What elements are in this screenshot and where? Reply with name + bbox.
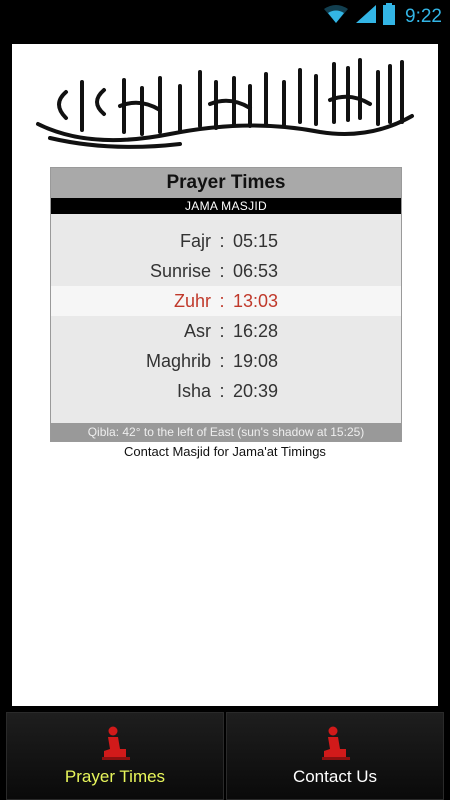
prayer-time: 05:15 bbox=[233, 230, 279, 251]
prayer-separator: : bbox=[219, 230, 225, 251]
battery-icon bbox=[383, 3, 396, 30]
prayer-separator: : bbox=[219, 350, 225, 371]
status-clock: 9:22 bbox=[405, 5, 442, 27]
prayer-time: 06:53 bbox=[233, 260, 279, 281]
signal-icon bbox=[355, 4, 377, 29]
status-icons: 9:22 bbox=[323, 3, 442, 30]
prayer-name: Zuhr bbox=[173, 290, 211, 311]
prayer-row-asr: Asr : 16:28 bbox=[51, 316, 401, 346]
masjid-name: JAMA MASJID bbox=[51, 198, 401, 214]
prayer-row-isha: Isha : 20:39 bbox=[51, 376, 401, 406]
prayer-name: Asr bbox=[184, 320, 211, 341]
prayer-separator: : bbox=[219, 320, 225, 341]
prayer-time: 19:08 bbox=[233, 350, 279, 371]
contact-note: Contact Masjid for Jama'at Timings bbox=[124, 444, 326, 459]
prayer-name: Maghrib bbox=[145, 350, 211, 371]
bottom-tab-bar: Prayer Times Contact Us bbox=[0, 712, 450, 800]
qibla-info: Qibla: 42° to the left of East (sun's sh… bbox=[51, 423, 401, 441]
prayer-time: 20:39 bbox=[233, 380, 279, 401]
tab-label: Prayer Times bbox=[64, 767, 166, 786]
panel-title: Prayer Times bbox=[51, 168, 401, 198]
praying-person-icon bbox=[102, 726, 130, 760]
praying-person-icon bbox=[322, 726, 350, 760]
prayer-separator: : bbox=[219, 260, 225, 281]
prayer-row-zuhr-current: Zuhr : 13:03 bbox=[51, 286, 401, 316]
main-content: Prayer Times JAMA MASJID Fajr : 05:15 Su… bbox=[12, 44, 438, 706]
tab-prayer-times[interactable]: Prayer Times bbox=[6, 712, 224, 800]
tab-contact-us[interactable]: Contact Us bbox=[226, 712, 444, 800]
wifi-icon bbox=[323, 4, 349, 29]
prayer-row-sunrise: Sunrise : 06:53 bbox=[51, 256, 401, 286]
prayer-name: Fajr bbox=[180, 230, 211, 251]
tab-label: Contact Us bbox=[292, 767, 378, 786]
status-bar: 9:22 bbox=[0, 0, 450, 33]
prayer-time: 16:28 bbox=[233, 320, 279, 341]
prayer-row-maghrib: Maghrib : 19:08 bbox=[51, 346, 401, 376]
prayer-name: Sunrise bbox=[149, 260, 211, 281]
prayer-times-panel: Prayer Times JAMA MASJID Fajr : 05:15 Su… bbox=[50, 167, 402, 442]
prayer-separator: : bbox=[219, 290, 225, 311]
shahada-calligraphy-image bbox=[36, 58, 414, 149]
prayer-time: 13:03 bbox=[233, 290, 279, 311]
prayer-separator: : bbox=[219, 380, 225, 401]
prayer-name: Isha bbox=[176, 380, 211, 401]
prayer-row-fajr: Fajr : 05:15 bbox=[51, 226, 401, 256]
prayer-list: Fajr : 05:15 Sunrise : 06:53 Zuhr : 13:0… bbox=[51, 214, 401, 406]
